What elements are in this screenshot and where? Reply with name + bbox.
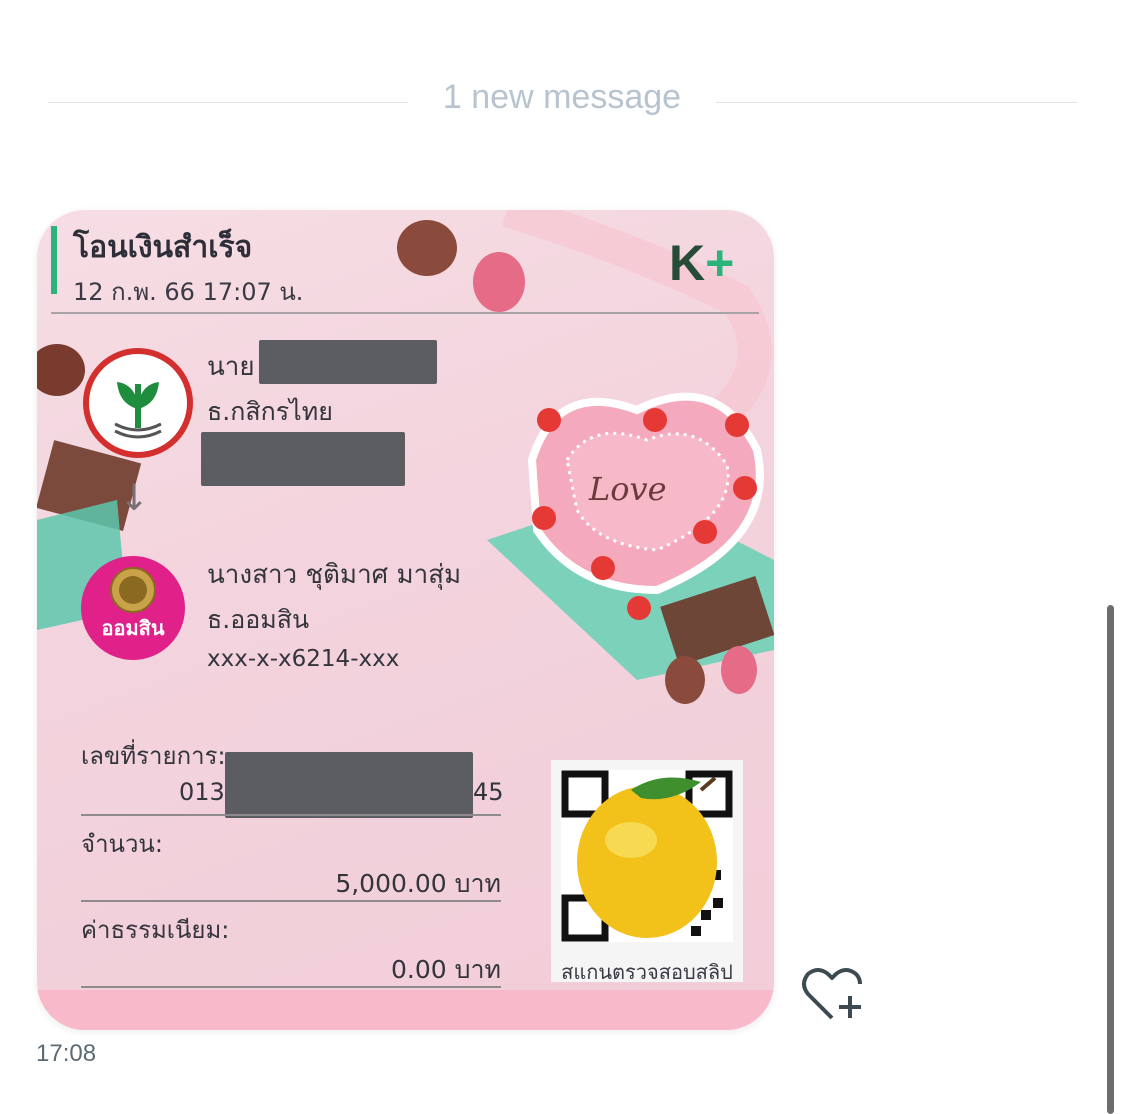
ref-label: เลขที่รายการ: [81,742,226,770]
title-accent-bar [51,226,57,294]
love-text: Love [588,470,667,508]
qr-label: สแกนตรวจสอบสลิป [561,960,733,984]
redaction-sender-account [201,432,405,486]
lemon-sticker-icon [577,786,717,938]
transfer-slip-image[interactable]: Love โอนเงินสำเร็จ 12 ก.พ. 66 17:07 น. K… [37,210,774,1030]
kbank-logo-icon [83,348,193,458]
receiver-bank: ธ.ออมสิน [207,605,310,634]
redaction-sender-name [259,340,437,384]
ref-rule [81,814,501,816]
amount-label: จำนวน: [81,830,163,858]
fee-rule [81,986,501,988]
sender-name: นาย [207,352,255,382]
slip-title: โอนเงินสำเร็จ [73,230,253,265]
ref-prefix: 013 [179,778,225,806]
scrollbar[interactable] [1107,605,1114,1114]
gsb-logo-icon: ออมสิน [81,556,185,660]
divider-line-right [716,102,1077,103]
divider-line-left [48,102,408,103]
redaction-ref-number [225,752,473,818]
receiver-name: นางสาว ชุติมาศ มาสุ่ม [207,560,462,590]
amount-rule [81,900,501,902]
amount-value: 5,000.00 บาท [335,869,501,898]
slip-datetime: 12 ก.พ. 66 17:07 น. [73,278,304,306]
qr-code: สแกนตรวจสอบสลิป [551,760,743,984]
new-message-divider: 1 new message [442,78,682,116]
arrow-down-icon: ↓ [119,478,150,519]
message-time: 17:08 [36,1040,97,1067]
header-rule [51,312,759,314]
sender-bank: ธ.กสิกรไทย [207,397,333,426]
slip-bottom-band [37,990,774,1030]
ref-suffix: 45 [473,778,504,806]
fee-value: 0.00 บาท [391,955,501,984]
gsb-logo-text: ออมสิน [101,616,165,640]
kplus-logo: K+ [669,235,735,291]
receiver-account: xxx-x-x6214-xxx [207,646,400,672]
add-reaction-heart-icon[interactable] [800,964,870,1024]
fee-label: ค่าธรรมเนียม: [81,916,230,944]
